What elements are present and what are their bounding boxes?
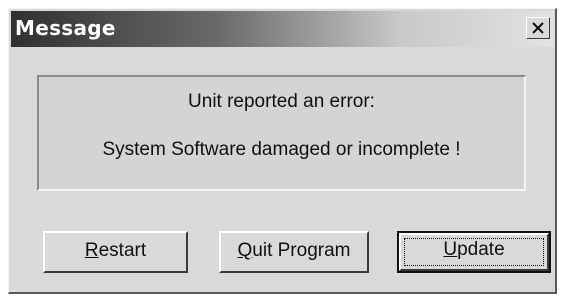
message-dialog: Message Unit reported an error: System S… (8, 8, 557, 294)
update-button[interactable]: Update (397, 231, 551, 273)
message-panel: Unit reported an error: System Software … (37, 75, 526, 191)
close-icon (532, 22, 544, 34)
close-button[interactable] (526, 17, 550, 39)
update-label: pdate (457, 239, 505, 260)
restart-accel: R (84, 240, 99, 261)
restart-label: estart (98, 240, 147, 261)
error-heading: Unit reported an error: (188, 91, 375, 112)
update-accel: U (443, 239, 458, 260)
restart-button[interactable]: Restart (43, 231, 188, 273)
error-detail: System Software damaged or incomplete ! (102, 139, 461, 160)
quit-accel: Q (237, 240, 253, 261)
quit-label: uit Program (252, 240, 351, 261)
title-bar[interactable]: Message (11, 11, 554, 47)
window-title: Message (15, 16, 116, 40)
quit-program-button[interactable]: Quit Program (219, 231, 369, 273)
update-label-wrap: Update (399, 233, 549, 267)
